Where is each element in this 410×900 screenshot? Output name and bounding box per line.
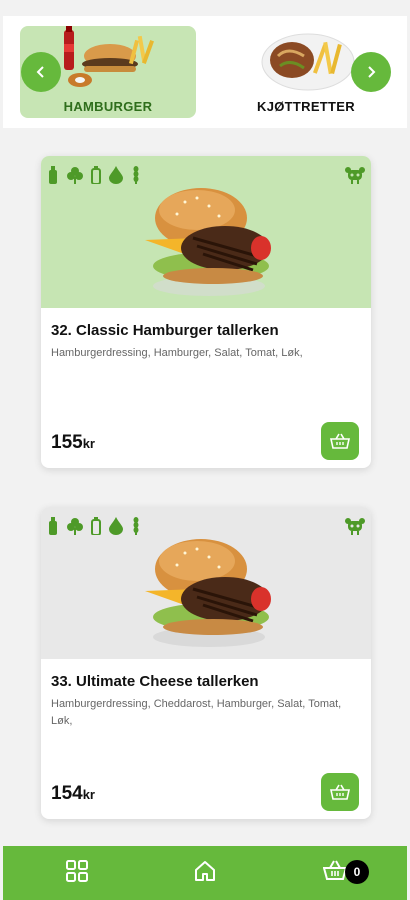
product-card[interactable]: 33. Ultimate Cheese tallerken Hamburgerd…: [41, 507, 371, 819]
add-to-cart-button[interactable]: [321, 773, 359, 811]
product-card[interactable]: 32. Classic Hamburger tallerken Hamburge…: [41, 156, 371, 468]
milk-icon: [91, 517, 101, 535]
category-label: KJØTTRETTER: [257, 99, 355, 114]
chevron-left-icon: [36, 66, 44, 78]
app-frame: HAMBURGER KJØTTRETTER 32. Classic Hambur…: [3, 0, 407, 900]
home-icon: [195, 861, 215, 881]
nav-home-button[interactable]: [194, 860, 216, 887]
cow-icon: [345, 167, 365, 184]
allergen-icons: [47, 166, 141, 184]
product-title: 32. Classic Hamburger tallerken: [51, 322, 279, 339]
cow-icon: [345, 518, 365, 535]
price-amount: 154: [51, 783, 83, 804]
drop-icon: [109, 517, 123, 535]
add-to-cart-button[interactable]: [321, 422, 359, 460]
product-title: 33. Ultimate Cheese tallerken: [51, 673, 259, 690]
product-description: Hamburgerdressing, Cheddarost, Hamburger…: [51, 698, 342, 727]
chevron-right-icon: [368, 66, 376, 78]
price-currency: kr: [82, 436, 95, 451]
grid-icon: [66, 860, 88, 882]
drop-icon: [109, 166, 123, 184]
basket-icon: [330, 433, 350, 449]
price-currency: kr: [82, 787, 95, 802]
milk-icon: [91, 166, 101, 184]
carousel-next-button[interactable]: [351, 52, 391, 92]
product-image-area: [41, 156, 371, 308]
cart-count-badge: 0: [345, 860, 369, 884]
basket-icon: [330, 784, 350, 800]
allergen-icons: [47, 517, 141, 535]
bottle-icon: [49, 517, 57, 535]
burger-image: [145, 188, 271, 296]
bottle-icon: [49, 166, 57, 184]
hamburger-meal-image: [64, 26, 154, 87]
price-amount: 155: [51, 432, 83, 453]
product-image-area: [41, 507, 371, 659]
nav-menu-button[interactable]: [66, 860, 88, 887]
carousel-prev-button[interactable]: [21, 52, 61, 92]
category-label: HAMBURGER: [63, 99, 153, 114]
cart-icon: [322, 860, 348, 880]
clover-icon: [67, 167, 83, 184]
top-bar: [3, 0, 407, 16]
clover-icon: [67, 518, 83, 535]
burger-image: [145, 539, 271, 647]
meat-dish-image: [261, 33, 355, 91]
product-price: 154kr: [51, 783, 95, 805]
category-carousel: HAMBURGER KJØTTRETTER: [3, 16, 407, 128]
product-price: 155kr: [51, 432, 95, 454]
product-description: Hamburgerdressing, Hamburger, Salat, Tom…: [51, 347, 303, 359]
nav-cart-button[interactable]: [322, 860, 348, 885]
